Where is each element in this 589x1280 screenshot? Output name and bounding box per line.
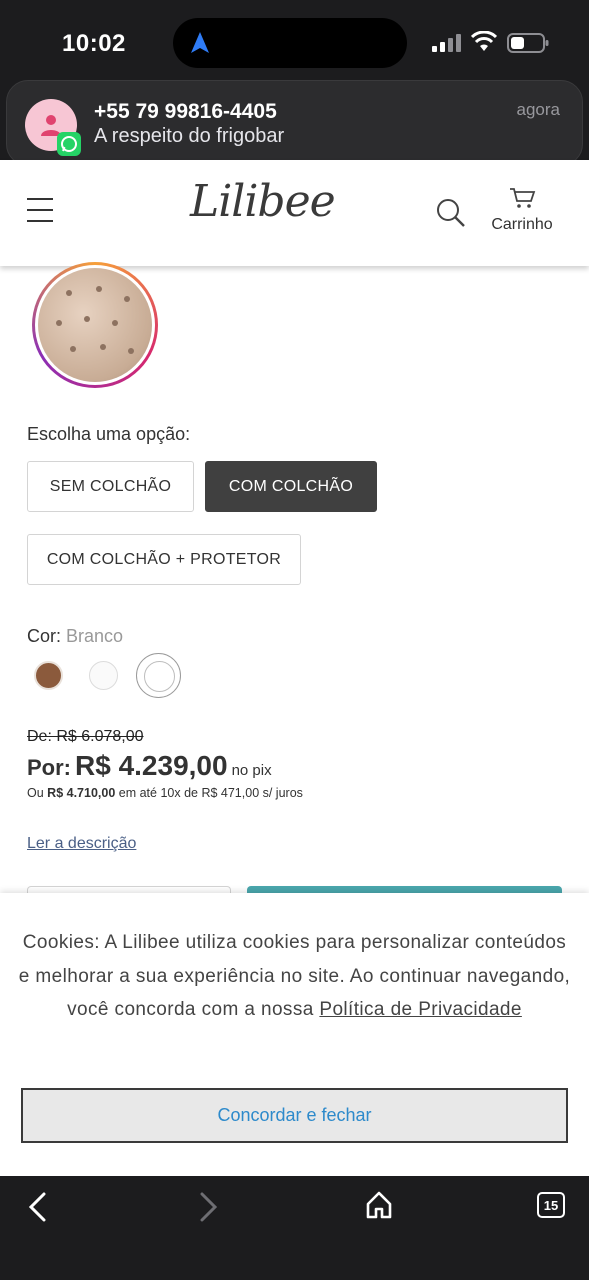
option-com-colchao[interactable]: COM COLCHÃO [205, 461, 377, 512]
option-com-colchao-protetor[interactable]: COM COLCHÃO + PROTETOR [27, 534, 301, 585]
whatsapp-icon [57, 132, 81, 156]
option-sem-colchao[interactable]: SEM COLCHÃO [27, 461, 194, 512]
swatch-brown[interactable] [34, 661, 63, 690]
swatch-off-white[interactable] [89, 661, 118, 690]
cart-label: Carrinho [491, 216, 553, 233]
agree-close-button[interactable]: Concordar e fechar [21, 1088, 568, 1143]
cookie-text: Cookies: A Lilibee utiliza cookies para … [18, 932, 571, 1020]
option-label: Escolha uma opção: [27, 424, 191, 444]
forward-icon[interactable] [196, 1192, 220, 1222]
color-label: Cor: Branco [27, 626, 124, 646]
current-price: Por: R$ 4.239,00 no pix [27, 750, 272, 781]
price-amount: R$ 4.239,00 [75, 750, 228, 781]
swatch-white-selected[interactable] [136, 653, 181, 698]
privacy-policy-link[interactable]: Política de Privacidade [319, 999, 521, 1020]
cookie-banner: Cookies: A Lilibee utiliza cookies para … [0, 893, 589, 1176]
menu-icon[interactable] [27, 198, 53, 222]
whatsapp-notification[interactable]: +55 79 99816-4405 A respeito do frigobar… [6, 80, 583, 166]
headboard-image [38, 268, 152, 382]
notification-message: A respeito do frigobar [94, 125, 285, 147]
cellular-signal-icon [432, 34, 461, 52]
search-icon[interactable] [434, 196, 466, 228]
read-description-link[interactable]: Ler a descrição [27, 835, 136, 853]
home-icon[interactable] [364, 1190, 394, 1220]
installments: Ou R$ 4.710,00 em até 10x de R$ 471,00 s… [27, 786, 303, 800]
notification-time: agora [516, 100, 560, 119]
dynamic-island [173, 18, 407, 68]
site-logo[interactable]: Lilibee [190, 176, 336, 227]
wifi-icon [471, 31, 497, 51]
navigation-arrow-icon [191, 32, 209, 53]
product-thumbnail[interactable] [32, 262, 158, 388]
color-value: Branco [66, 626, 124, 646]
tabs-count-icon[interactable]: 15 [537, 1192, 565, 1218]
notification-title: +55 79 99816-4405 [94, 100, 277, 123]
back-icon[interactable] [26, 1192, 50, 1222]
cart-button[interactable]: Carrinho [487, 186, 557, 240]
cart-icon [510, 188, 536, 208]
battery-icon [507, 33, 549, 53]
clock: 10:02 [62, 30, 126, 57]
old-price: De: R$ 6.078,00 [27, 728, 144, 745]
site-header: Lilibee Carrinho [0, 160, 589, 266]
browser-toolbar: 15 [0, 1176, 589, 1280]
